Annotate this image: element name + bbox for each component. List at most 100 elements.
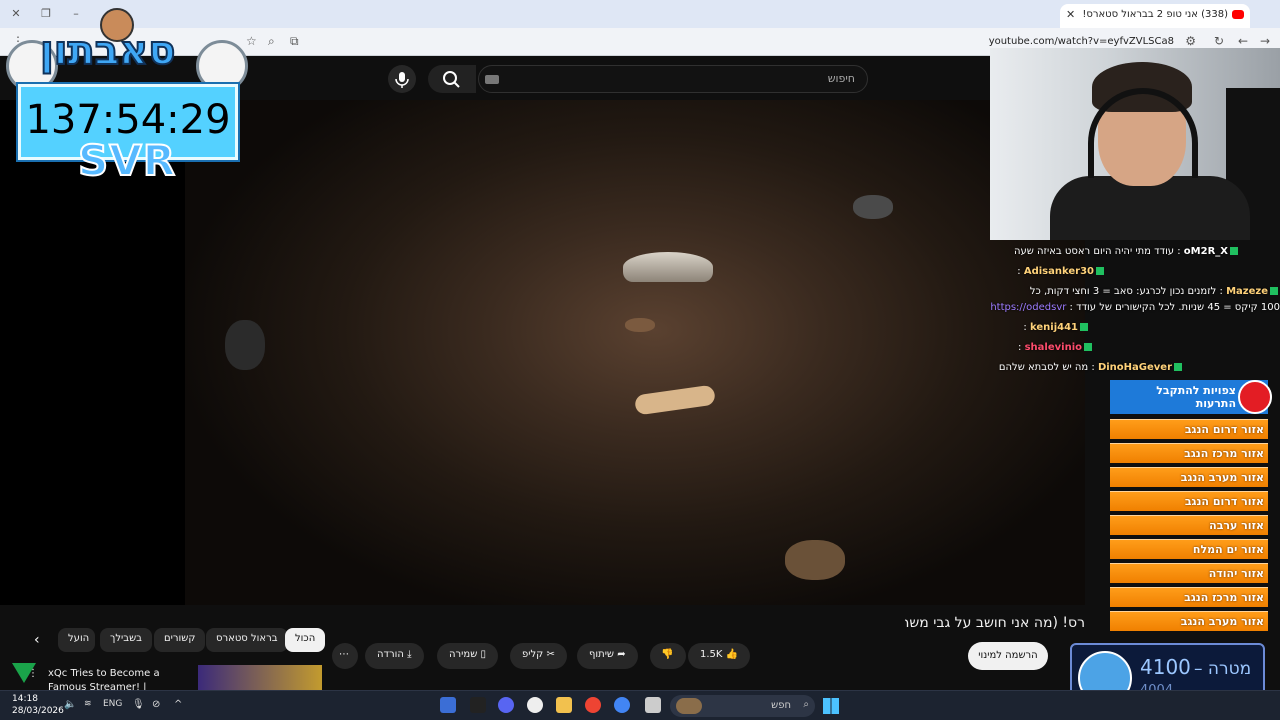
alert-item: אזור ים המלח	[1110, 539, 1268, 559]
browser-tab-bar: ✕ ❐ – + (338) אני טופ 2 בבראול סטארס! ✕	[0, 0, 1280, 28]
chat-user: DinoHaGever	[1097, 362, 1172, 373]
chevron-left-icon[interactable]: ‹	[34, 632, 40, 648]
chat-user: oM2R_X	[1183, 246, 1228, 257]
more-actions-button[interactable]: ⋯	[332, 643, 358, 669]
video-rock	[625, 318, 655, 332]
calculator-icon[interactable]	[440, 697, 456, 713]
alert-item: אזור יהודה	[1110, 563, 1268, 583]
browser-tab-active[interactable]: (338) אני טופ 2 בבראול סטארס! ✕	[1060, 4, 1250, 28]
input-language[interactable]: ENG	[103, 699, 122, 709]
wifi-icon[interactable]: ≋	[84, 699, 92, 709]
video-shell	[623, 252, 713, 282]
chat-message: kenij441 :	[990, 322, 1090, 340]
bookmark-star-icon[interactable]: ☆	[246, 34, 257, 48]
save-label: שמירה	[449, 649, 478, 660]
download-button[interactable]: הורדה ⤓	[365, 643, 424, 669]
windows-start-icon[interactable]	[823, 698, 839, 714]
more-options-icon[interactable]: ⋮	[28, 668, 38, 679]
taskbar-date: 28/03/2026	[12, 706, 64, 716]
taskbar-clock[interactable]: 14:18 28/03/2026	[12, 693, 64, 717]
download-icon: ⤓	[407, 649, 412, 660]
search-button[interactable]	[428, 65, 476, 93]
goal-current: 4100	[1140, 655, 1191, 679]
restore-window-icon[interactable]: ❐	[38, 6, 54, 22]
recommended-video-thumbnail[interactable]	[198, 665, 322, 690]
video-rock	[853, 195, 893, 219]
chip-active[interactable]: הכול	[285, 628, 326, 652]
voice-search-button[interactable]	[388, 65, 416, 93]
site-settings-icon[interactable]: ⚙	[1185, 34, 1196, 48]
thumbs-up-icon: 👍	[725, 649, 739, 660]
taskbar-search[interactable]: חפש ⌕	[670, 695, 815, 717]
home-front-command-icon	[1238, 380, 1272, 414]
kick-badge-icon	[1270, 287, 1278, 295]
webcam-feed	[990, 48, 1280, 240]
chat-user: kenij441	[1029, 322, 1078, 333]
file-explorer-icon[interactable]	[556, 697, 572, 713]
chip[interactable]: בראול סטארס	[206, 628, 288, 652]
url-text[interactable]: youtube.com/watch?v=eyfvZVLSCa8	[989, 36, 1174, 47]
lens-icon[interactable]: ⌕	[268, 34, 275, 49]
dislike-button[interactable]: 👎	[650, 643, 686, 669]
chat-link[interactable]: https://odedsvr	[990, 302, 1066, 313]
mic-muted-icon[interactable]: ⊘	[152, 699, 160, 710]
chat-user: Adisanker30	[1023, 266, 1094, 277]
video-title: רס! (מה אני חושב על גבי משרת?!)	[905, 615, 1085, 631]
video-rock	[785, 540, 845, 580]
kick-badge-icon	[1084, 343, 1092, 351]
mascot-icon	[100, 8, 134, 42]
alerts-header: צפויות להתקבל התרעות	[1110, 380, 1272, 414]
speaker-icon[interactable]: 🔈	[64, 699, 76, 710]
share-icon: ➦	[617, 649, 626, 660]
chrome-icon[interactable]	[614, 697, 630, 713]
kick-badge-icon	[1096, 267, 1104, 275]
like-count: 1.5K	[700, 649, 723, 660]
taskbar-search-placeholder: חפש	[771, 700, 791, 711]
chip[interactable]: בשבילך	[100, 628, 152, 652]
chip[interactable]: קשורים	[154, 628, 206, 652]
kick-badge-icon	[1230, 247, 1238, 255]
taskbar-time: 14:18	[12, 694, 38, 704]
terminal-icon[interactable]	[470, 697, 486, 713]
chat-user: shalevinio	[1024, 342, 1082, 353]
share-button[interactable]: שיתוף ➦	[577, 643, 638, 669]
chat-text: 100 קיקס = 45 שניות. לכל הקישורים של עוד…	[1076, 302, 1280, 313]
browser-app-icon[interactable]	[585, 697, 601, 713]
minimize-window-icon[interactable]: –	[68, 6, 84, 22]
media-player-icon[interactable]	[527, 697, 543, 713]
subscribe-button[interactable]: הרשמה למינוי	[968, 642, 1048, 670]
alert-item: אזור דרום הנגב	[1110, 419, 1268, 439]
clip-button[interactable]: קליפ ✂	[510, 643, 567, 669]
chevron-up-icon[interactable]: ^	[174, 699, 182, 710]
chat-message: 100 קיקס = 45 שניות. לכל הקישורים של עוד…	[990, 302, 1280, 313]
scissors-icon: ✂	[546, 649, 555, 660]
close-tab-icon[interactable]: ✕	[1066, 8, 1075, 21]
search-icon	[443, 71, 460, 88]
discord-icon[interactable]	[498, 697, 514, 713]
app-window-icon[interactable]	[645, 697, 661, 713]
install-icon[interactable]: ⧉	[290, 34, 299, 49]
alert-item: אזור מרכז הנגב	[1110, 587, 1268, 607]
alerts-title: צפויות להתקבל התרעות	[1156, 384, 1236, 410]
mic-icon[interactable]: 🎙	[132, 699, 145, 710]
chat-message: DinoHaGever : מה יש לסבתא שלהם	[990, 362, 1184, 380]
back-icon[interactable]: ←	[1238, 34, 1248, 48]
chat-message: oM2R_X : עודד מתי יהיה היום ראסט באיזה ש…	[950, 246, 1240, 264]
video-frame	[185, 100, 1085, 605]
chat-text: עודד מתי יהיה היום ראסט באיזה שעה	[1013, 246, 1175, 257]
alert-item: אזור מערב הנגב	[1110, 467, 1268, 487]
search-icon: ⌕	[803, 699, 809, 710]
like-button[interactable]: 1.5K 👍	[688, 643, 751, 669]
alert-item: אזור מרכז הנגב	[1110, 443, 1268, 463]
save-button[interactable]: שמירה ▯	[437, 643, 498, 669]
youtube-favicon-icon	[1232, 10, 1244, 19]
keyboard-icon[interactable]	[485, 75, 499, 84]
close-window-icon[interactable]: ✕	[8, 6, 24, 22]
chip[interactable]: הועל	[58, 628, 96, 652]
search-input[interactable]: חיפוש	[478, 65, 868, 93]
forward-icon[interactable]: →	[1260, 34, 1270, 48]
clip-label: קליפ	[522, 649, 544, 660]
windows-taskbar: 14:18 28/03/2026 🔈 ≋ ENG 🎙 ⊘ ^ חפש ⌕	[0, 690, 1280, 720]
reload-icon[interactable]: ↻	[1214, 34, 1224, 48]
share-label: שיתוף	[589, 649, 615, 660]
